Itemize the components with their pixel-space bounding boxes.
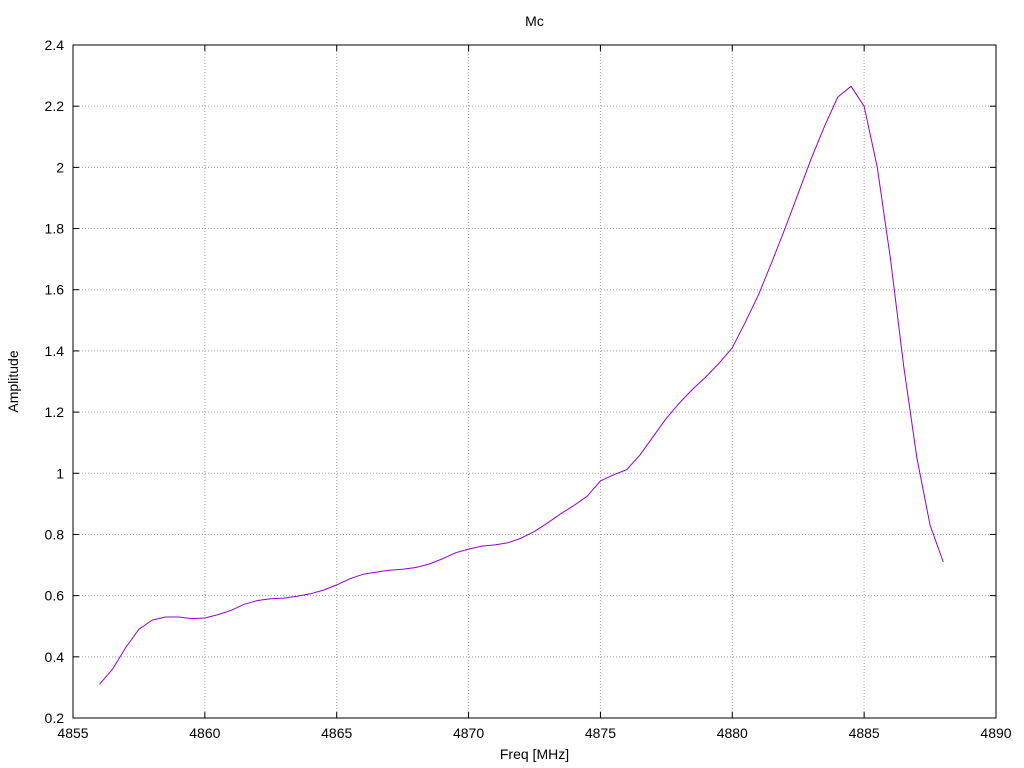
y-tick-label: 0.2 bbox=[45, 710, 65, 726]
x-tick-label: 4875 bbox=[585, 725, 616, 741]
y-tick-label: 1 bbox=[56, 465, 64, 481]
y-tick-label: 2.2 bbox=[45, 98, 65, 114]
series-line bbox=[99, 85, 944, 685]
plot-frame bbox=[72, 44, 997, 719]
y-tick-label: 2 bbox=[56, 159, 64, 175]
x-axis-label: Freq [MHz] bbox=[500, 746, 569, 762]
series-group bbox=[99, 85, 944, 685]
y-tick-label: 0.4 bbox=[45, 649, 65, 665]
y-tick-label: 0.8 bbox=[45, 526, 65, 542]
x-tick-label: 4860 bbox=[189, 725, 220, 741]
chart: 4855 4860 4865 4870 4875 4880 4885 4890 0.2 0.4 0.… bbox=[5, 13, 1012, 762]
x-tick-label: 4890 bbox=[980, 725, 1011, 741]
chart-title: Mc bbox=[525, 13, 544, 29]
x-tick-label: 4880 bbox=[717, 725, 748, 741]
x-tick-label: 4870 bbox=[453, 725, 484, 741]
y-tick-label: 1.6 bbox=[45, 282, 65, 298]
tick-labels: 4855 4860 4865 4870 4875 4880 4885 4890 0.2 0.4 0.… bbox=[45, 37, 1012, 741]
x-tick-label: 4865 bbox=[321, 725, 352, 741]
x-tick-label: 4855 bbox=[57, 725, 88, 741]
grid bbox=[73, 45, 996, 718]
y-tick-label: 1.8 bbox=[45, 221, 65, 237]
y-tick-label: 1.2 bbox=[45, 404, 65, 420]
y-tick-label: 1.4 bbox=[45, 343, 65, 359]
y-axis-label: Amplitude bbox=[5, 350, 21, 412]
y-tick-label: 0.6 bbox=[45, 588, 65, 604]
axis-ticks bbox=[72, 44, 997, 719]
x-tick-label: 4885 bbox=[849, 725, 880, 741]
y-tick-label: 2.4 bbox=[45, 37, 65, 53]
